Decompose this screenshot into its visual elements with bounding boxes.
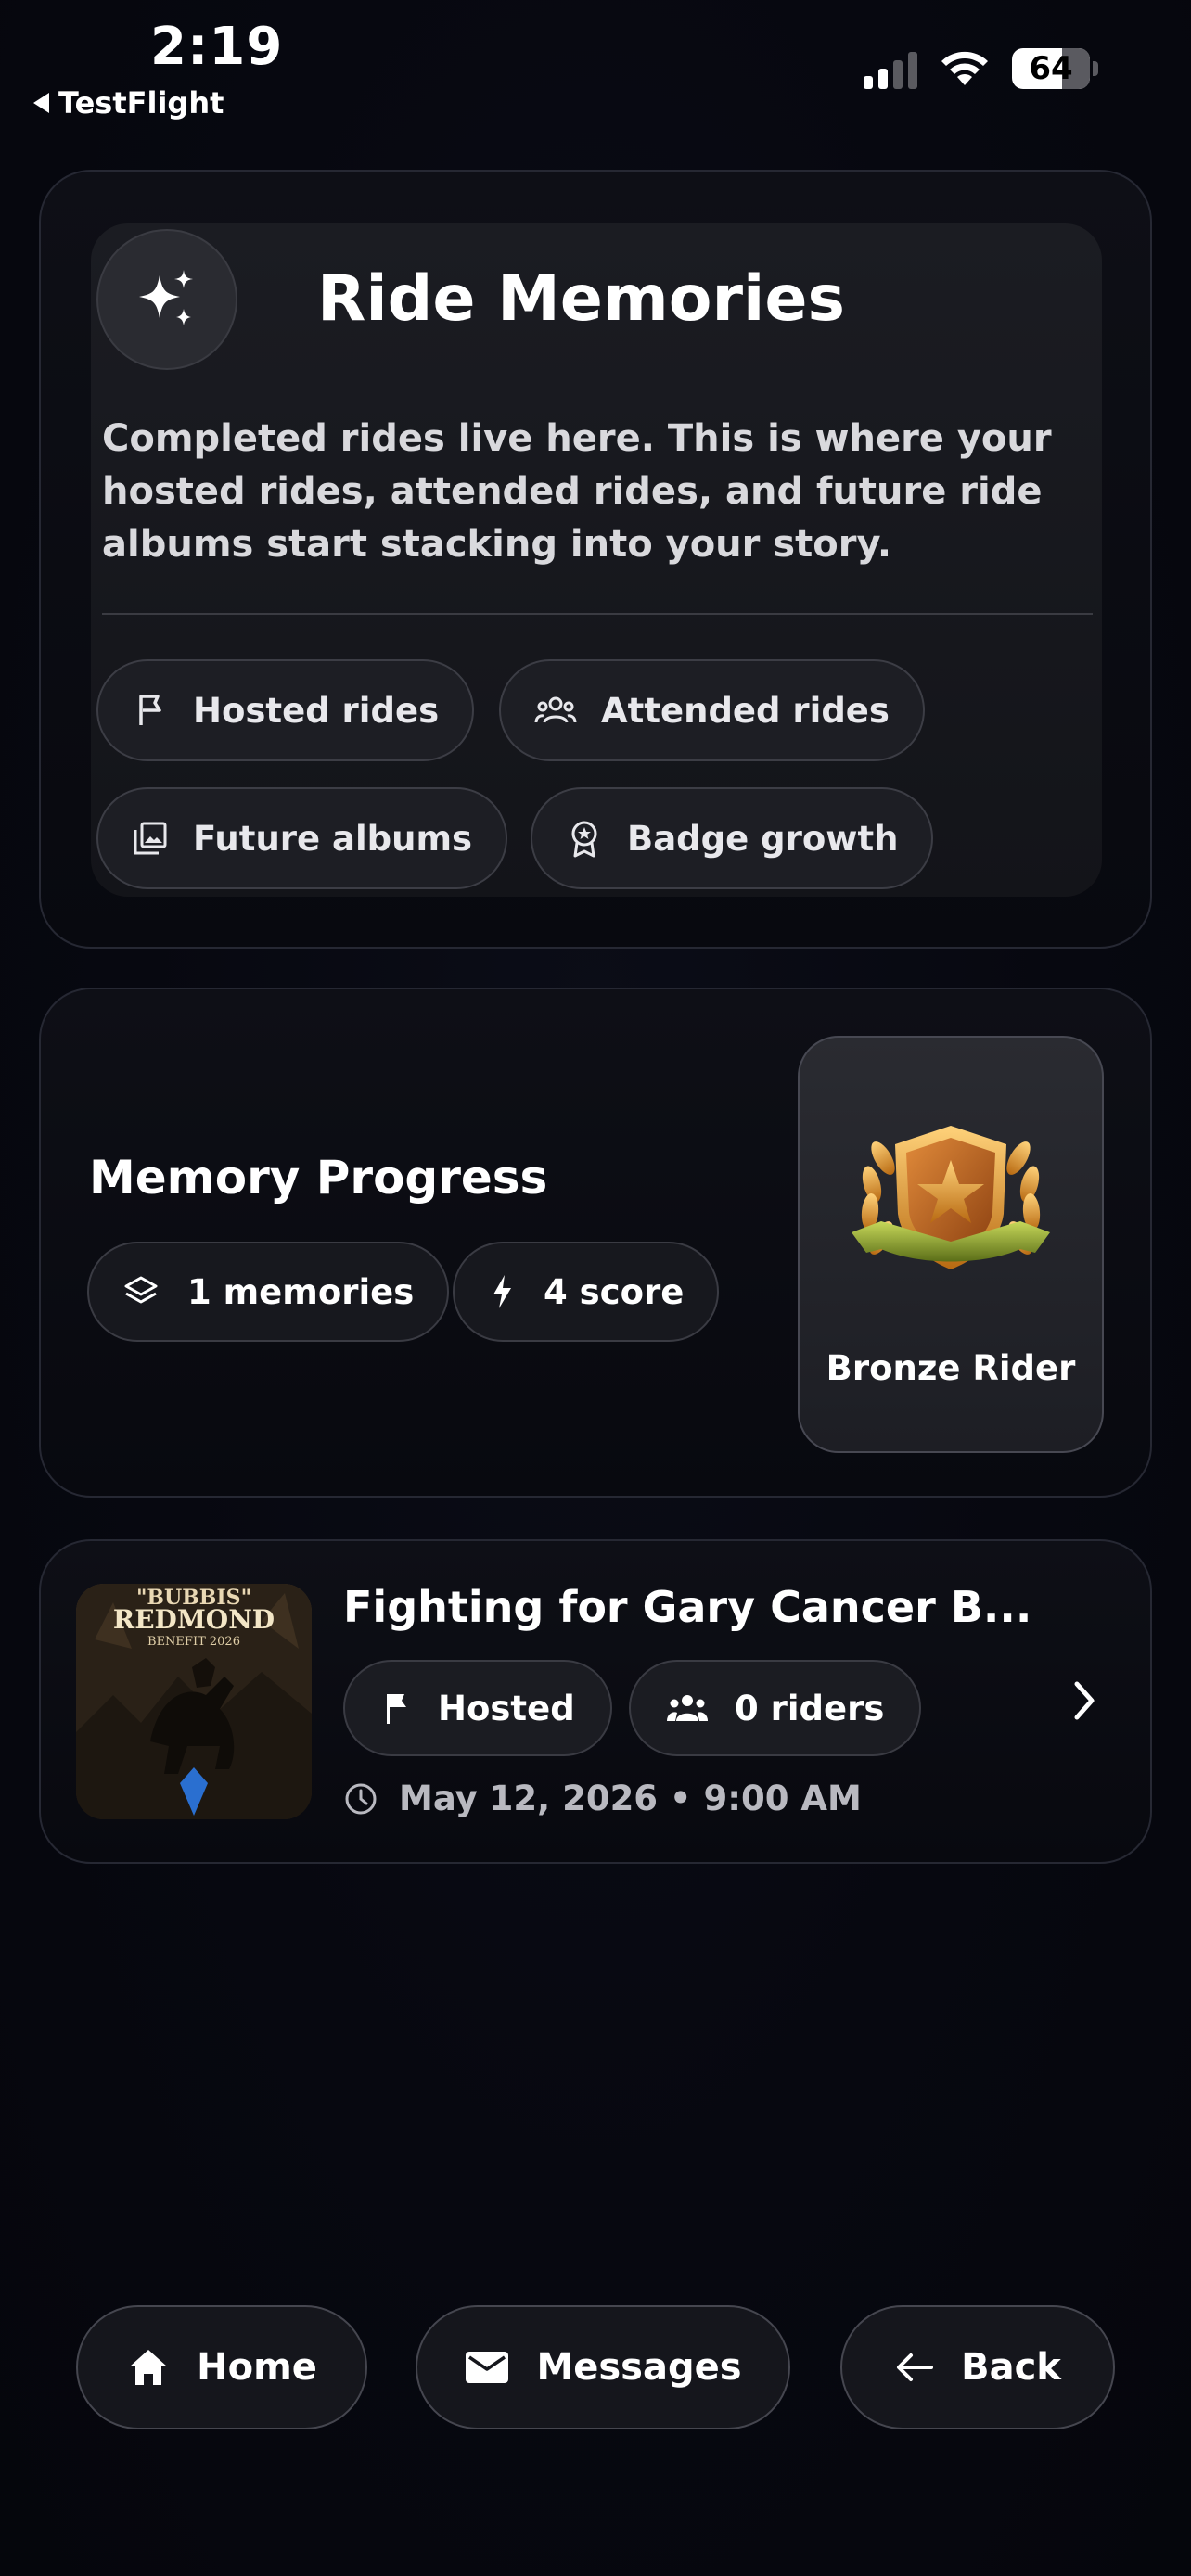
memory-progress-card: Memory Progress 1 memories 4 score Bronz…	[39, 988, 1152, 1498]
status-time: 2:19	[150, 17, 284, 77]
ride-title: Fighting for Gary Cancer B...	[343, 1582, 1032, 1632]
layers-icon	[124, 1276, 158, 1304]
chip-label: Attended rides	[601, 690, 890, 731]
chip-badge-growth: Badge growth	[531, 787, 934, 889]
arrow-left-icon	[897, 2353, 934, 2381]
mail-icon	[466, 2352, 509, 2383]
page-title: Ride Memories	[317, 262, 845, 336]
back-button[interactable]: Back	[840, 2305, 1115, 2429]
page-description: Completed rides live here. This is where…	[102, 417, 1052, 566]
flag-outline-icon	[139, 695, 161, 725]
ride-card[interactable]: "BUBBIS" REDMOND BENEFIT 2026 Fighting f…	[39, 1539, 1152, 1864]
ride-role: Hosted	[438, 1688, 575, 1728]
bronze-rider-badge[interactable]: Bronze Rider	[798, 1036, 1104, 1453]
messages-button[interactable]: Messages	[416, 2305, 790, 2429]
home-label: Home	[197, 2346, 317, 2389]
group-icon	[667, 1695, 708, 1721]
divider	[102, 613, 1093, 615]
chip-label: Future albums	[193, 818, 473, 859]
memories-count-chip: 1 memories	[87, 1242, 450, 1342]
status-indicators: 64	[864, 48, 1098, 89]
thumb-line-2: REDMOND	[113, 1604, 275, 1635]
ride-memories-card: Ride Memories Completed rides live here.…	[39, 170, 1152, 949]
back-app-label: TestFlight	[58, 85, 224, 121]
ride-date-row: May 12, 2026 • 9:00 AM	[343, 1779, 862, 1818]
battery-level: 64	[1029, 50, 1073, 87]
ride-date: May 12, 2026 • 9:00 AM	[399, 1779, 862, 1818]
battery-icon: 64	[1012, 48, 1098, 89]
clock-icon	[345, 1783, 377, 1814]
lightning-bolt-icon	[493, 1275, 511, 1308]
messages-label: Messages	[536, 2346, 742, 2389]
home-icon	[130, 2350, 168, 2385]
hosted-chip: Hosted	[343, 1660, 612, 1756]
flag-icon	[387, 1694, 406, 1724]
photo-album-icon	[134, 822, 167, 855]
chevron-right-icon	[1074, 1681, 1095, 1720]
back-to-testflight-link[interactable]: TestFlight	[33, 85, 224, 121]
wifi-icon	[941, 51, 988, 85]
chip-label: Hosted rides	[193, 690, 440, 731]
chip-future-albums: Future albums	[96, 787, 508, 889]
score-value: 4 score	[544, 1271, 685, 1312]
badge-name: Bronze Rider	[826, 1348, 1076, 1388]
chip-hosted-rides: Hosted rides	[96, 659, 475, 761]
cellular-signal-icon	[864, 48, 917, 89]
back-label: Back	[961, 2346, 1061, 2389]
score-chip: 4 score	[453, 1242, 720, 1342]
sparkles-icon	[96, 229, 237, 370]
group-icon	[534, 696, 577, 723]
bronze-shield-laurel-badge-icon	[852, 1126, 1050, 1269]
thumb-line-3: BENEFIT 2026	[147, 1635, 240, 1649]
chip-label: Badge growth	[627, 818, 899, 859]
home-button[interactable]: Home	[76, 2305, 367, 2429]
back-triangle-icon	[33, 93, 49, 113]
ride-thumbnail: "BUBBIS" REDMOND BENEFIT 2026	[76, 1584, 312, 1819]
ride-memories-screen: 2:19 TestFlight 64 Ride Memories Complet…	[0, 0, 1191, 2576]
memories-count: 1 memories	[187, 1271, 415, 1312]
award-badge-icon	[571, 821, 597, 858]
riders-chip: 0 riders	[629, 1660, 922, 1756]
memory-progress-title: Memory Progress	[89, 1151, 548, 1205]
chip-attended-rides: Attended rides	[499, 659, 925, 761]
ride-memories-panel: Ride Memories Completed rides live here.…	[91, 223, 1102, 897]
riders-count: 0 riders	[735, 1688, 885, 1728]
